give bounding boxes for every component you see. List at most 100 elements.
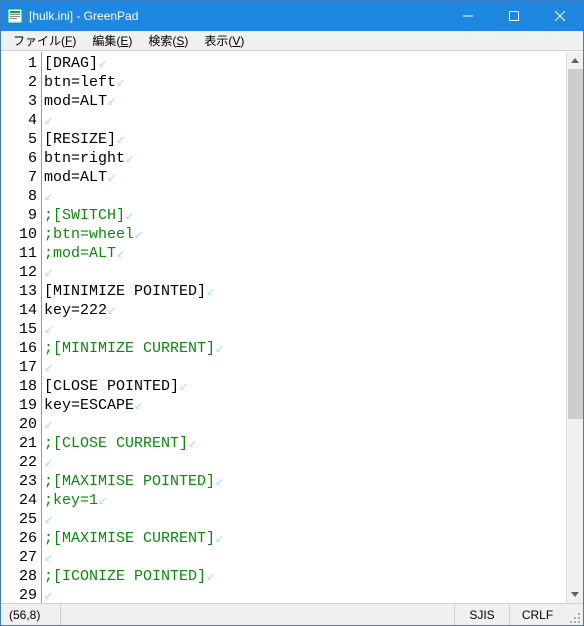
code-line[interactable]: btn=right↙ — [44, 149, 566, 168]
code-line[interactable]: ↙ — [44, 320, 566, 339]
minimize-button[interactable] — [445, 1, 491, 31]
code-line[interactable]: ;[SWITCH]↙ — [44, 206, 566, 225]
eol-marker: ↙ — [44, 549, 53, 566]
code-line[interactable]: ↙ — [44, 548, 566, 567]
code-line[interactable]: btn=left↙ — [44, 73, 566, 92]
eol-marker: ↙ — [116, 245, 125, 262]
vertical-scrollbar[interactable] — [566, 52, 583, 603]
line-number: 26 — [1, 529, 37, 548]
eol-marker: ↙ — [134, 226, 143, 243]
code-line[interactable]: ↙ — [44, 111, 566, 130]
eol-marker: ↙ — [44, 416, 53, 433]
line-number: 18 — [1, 377, 37, 396]
code-line[interactable]: ;[ICONIZE POINTED]↙ — [44, 567, 566, 586]
app-icon — [7, 8, 23, 24]
code-line[interactable]: [RESIZE]↙ — [44, 130, 566, 149]
line-number: 3 — [1, 92, 37, 111]
code-line[interactable]: ;[CLOSE CURRENT]↙ — [44, 434, 566, 453]
code-line[interactable]: ↙ — [44, 586, 566, 603]
code-line[interactable]: [DRAG]↙ — [44, 54, 566, 73]
line-number: 23 — [1, 472, 37, 491]
line-number: 29 — [1, 586, 37, 605]
eol-marker: ↙ — [215, 340, 224, 357]
close-button[interactable] — [537, 1, 583, 31]
eol-marker: ↙ — [179, 378, 188, 395]
line-number: 21 — [1, 434, 37, 453]
eol-marker: ↙ — [44, 511, 53, 528]
line-number: 4 — [1, 111, 37, 130]
eol-marker: ↙ — [44, 112, 53, 129]
eol-marker: ↙ — [125, 150, 134, 167]
line-number: 17 — [1, 358, 37, 377]
line-number: 7 — [1, 168, 37, 187]
status-newline[interactable]: CRLF — [510, 604, 565, 625]
scroll-up-arrow[interactable] — [567, 52, 583, 69]
menu-view[interactable]: 表示(V) — [196, 30, 252, 51]
scroll-down-arrow[interactable] — [567, 586, 583, 603]
code-line[interactable]: key=222↙ — [44, 301, 566, 320]
code-line[interactable]: ;key=1↙ — [44, 491, 566, 510]
line-number: 16 — [1, 339, 37, 358]
eol-marker: ↙ — [206, 568, 215, 585]
status-encoding[interactable]: SJIS — [455, 604, 510, 625]
code-line[interactable]: mod=ALT↙ — [44, 92, 566, 111]
status-position: (56,8) — [1, 604, 61, 625]
line-number: 6 — [1, 149, 37, 168]
eol-marker: ↙ — [107, 302, 116, 319]
line-number-gutter: 1234567891011121314151617181920212223242… — [1, 52, 41, 603]
resize-grip[interactable] — [565, 604, 583, 626]
eol-marker: ↙ — [125, 207, 134, 224]
status-spacer — [61, 604, 455, 625]
line-number: 2 — [1, 73, 37, 92]
menu-search[interactable]: 検索(S) — [140, 30, 196, 51]
titlebar: [hulk.ini] - GreenPad — [1, 1, 583, 31]
eol-marker: ↙ — [44, 359, 53, 376]
maximize-button[interactable] — [491, 1, 537, 31]
code-line[interactable]: ↙ — [44, 358, 566, 377]
code-line[interactable]: ;mod=ALT↙ — [44, 244, 566, 263]
code-line[interactable]: ;btn=wheel↙ — [44, 225, 566, 244]
line-number: 22 — [1, 453, 37, 472]
code-content[interactable]: [DRAG]↙btn=left↙mod=ALT↙↙[RESIZE]↙btn=ri… — [42, 52, 566, 603]
line-number: 9 — [1, 206, 37, 225]
code-line[interactable]: ↙ — [44, 415, 566, 434]
window-controls — [445, 1, 583, 31]
menubar: ファイル(F) 編集(E) 検索(S) 表示(V) — [1, 31, 583, 51]
code-line[interactable]: ↙ — [44, 187, 566, 206]
code-line[interactable]: mod=ALT↙ — [44, 168, 566, 187]
menu-file[interactable]: ファイル(F) — [5, 30, 84, 51]
code-line[interactable]: [MINIMIZE POINTED]↙ — [44, 282, 566, 301]
eol-marker: ↙ — [44, 188, 53, 205]
line-number: 1 — [1, 54, 37, 73]
line-number: 28 — [1, 567, 37, 586]
line-number: 12 — [1, 263, 37, 282]
menu-edit[interactable]: 編集(E) — [84, 30, 140, 51]
eol-marker: ↙ — [215, 473, 224, 490]
eol-marker: ↙ — [44, 264, 53, 281]
line-number: 25 — [1, 510, 37, 529]
window-title: [hulk.ini] - GreenPad — [29, 9, 138, 23]
code-line[interactable]: ;[MAXIMISE POINTED]↙ — [44, 472, 566, 491]
line-number: 10 — [1, 225, 37, 244]
code-line[interactable]: ↙ — [44, 453, 566, 472]
eol-marker: ↙ — [206, 283, 215, 300]
eol-marker: ↙ — [107, 169, 116, 186]
code-line[interactable]: key=ESCAPE↙ — [44, 396, 566, 415]
code-line[interactable]: ;[MINIMIZE CURRENT]↙ — [44, 339, 566, 358]
code-line[interactable]: ↙ — [44, 263, 566, 282]
statusbar: (56,8) SJIS CRLF — [1, 603, 583, 625]
eol-marker: ↙ — [215, 530, 224, 547]
eol-marker: ↙ — [44, 321, 53, 338]
code-line[interactable]: ↙ — [44, 510, 566, 529]
line-number: 24 — [1, 491, 37, 510]
line-number: 19 — [1, 396, 37, 415]
eol-marker: ↙ — [98, 55, 107, 72]
eol-marker: ↙ — [188, 435, 197, 452]
eol-marker: ↙ — [116, 74, 125, 91]
line-number: 20 — [1, 415, 37, 434]
line-number: 13 — [1, 282, 37, 301]
code-line[interactable]: [CLOSE POINTED]↙ — [44, 377, 566, 396]
line-number: 8 — [1, 187, 37, 206]
scroll-thumb[interactable] — [568, 69, 583, 419]
code-line[interactable]: ;[MAXIMISE CURRENT]↙ — [44, 529, 566, 548]
